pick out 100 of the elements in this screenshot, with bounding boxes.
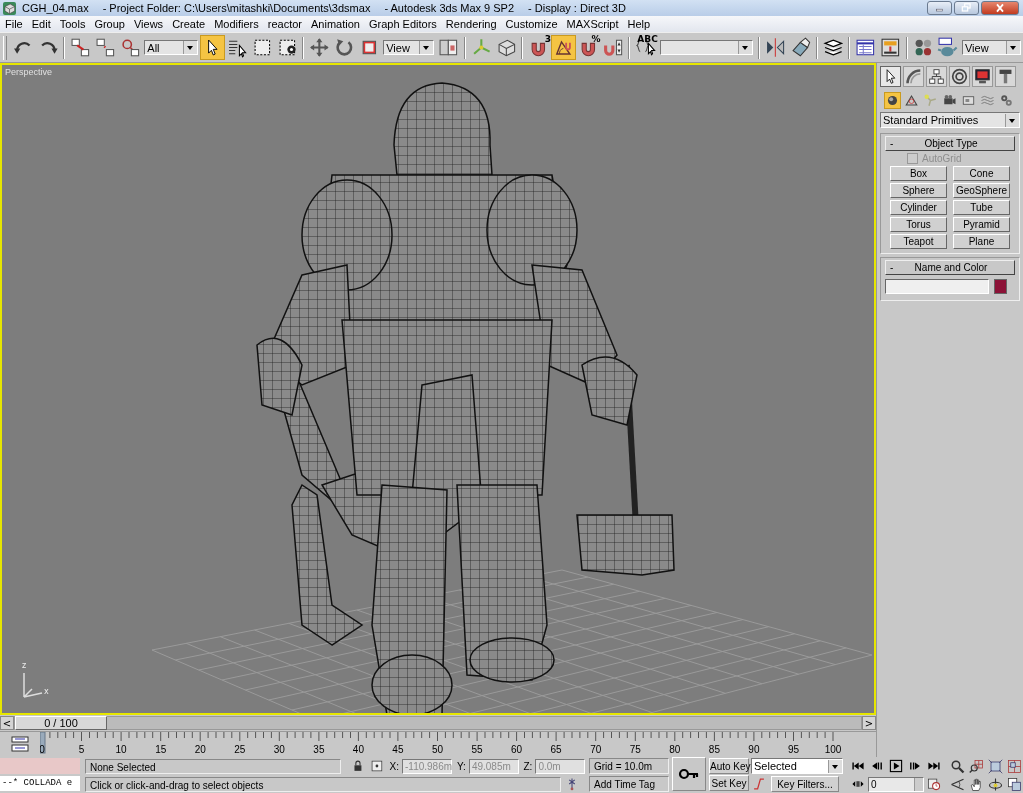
maxscript-input-field[interactable] bbox=[0, 758, 80, 774]
layers-icon bbox=[822, 37, 844, 58]
menu-item[interactable]: Modifiers bbox=[209, 18, 263, 30]
restore-button[interactable] bbox=[954, 1, 979, 15]
minimize-button[interactable] bbox=[927, 1, 952, 15]
monitor-tab[interactable] bbox=[972, 66, 993, 87]
primitive-button[interactable]: GeoSphere bbox=[953, 183, 1010, 198]
time-configuration-button[interactable] bbox=[925, 776, 943, 792]
orbit-button[interactable] bbox=[987, 776, 1004, 793]
arc-tab[interactable] bbox=[903, 66, 924, 87]
hammer-icon bbox=[997, 68, 1014, 85]
move-arrows-button[interactable] bbox=[307, 35, 332, 60]
viewport[interactable]: Perspective z x bbox=[0, 63, 876, 716]
bind-icon bbox=[119, 37, 141, 58]
frames-button[interactable] bbox=[8, 734, 32, 755]
coordinate-label: Z: bbox=[523, 760, 533, 772]
zoom-all-button[interactable] bbox=[968, 758, 985, 775]
magnet-button[interactable]: 3 bbox=[526, 35, 552, 60]
next-frame-button[interactable]: > bbox=[862, 716, 876, 731]
menu-item[interactable]: MAXScript bbox=[561, 18, 623, 30]
primitive-button[interactable]: Cylinder bbox=[890, 200, 947, 215]
menu-item[interactable]: Views bbox=[128, 18, 168, 30]
zoom-button[interactable] bbox=[949, 758, 966, 775]
previous-frame-button[interactable]: < bbox=[0, 716, 14, 731]
maxscript-output-field[interactable]: --* COLLADA e bbox=[0, 776, 80, 791]
category-dropdown[interactable]: Standard Primitives bbox=[880, 112, 1020, 128]
cursor-button[interactable] bbox=[200, 35, 226, 60]
absolute-mode-button[interactable] bbox=[368, 758, 385, 774]
menu-item[interactable]: Edit bbox=[26, 18, 55, 30]
name-field[interactable] bbox=[885, 279, 989, 294]
braces-cursor-button[interactable]: ABC bbox=[633, 35, 658, 60]
toolbar-dropdown[interactable]: View bbox=[383, 40, 435, 55]
sphere-button[interactable] bbox=[884, 92, 901, 109]
tangent-curve-icon bbox=[752, 777, 766, 791]
align-icon bbox=[790, 37, 811, 58]
light-icon bbox=[923, 93, 938, 108]
shapes-button[interactable] bbox=[903, 92, 920, 109]
frame-field[interactable]: 0 bbox=[868, 776, 924, 792]
time-slider-track[interactable]: 0 / 100 bbox=[14, 716, 862, 731]
primitive-button[interactable]: Teapot bbox=[890, 234, 947, 249]
toolbar-dropdown[interactable]: View bbox=[961, 40, 1022, 55]
toolbar-dropdown[interactable]: All bbox=[144, 40, 199, 55]
menu-item[interactable]: Help bbox=[622, 18, 655, 30]
field-of-view-icon bbox=[950, 777, 965, 792]
current-frame-marker[interactable] bbox=[40, 732, 46, 754]
frame-label: 70 bbox=[590, 744, 602, 756]
menu-item[interactable]: Rendering bbox=[440, 18, 501, 30]
time-config-icon bbox=[926, 777, 942, 791]
protractor-magnet-button[interactable] bbox=[551, 35, 576, 60]
color-swatch[interactable] bbox=[994, 279, 1007, 294]
set-key-button[interactable]: Set Key bbox=[709, 775, 749, 791]
add-time-tag-button[interactable]: Add Time Tag bbox=[589, 776, 669, 792]
play-button[interactable] bbox=[887, 758, 905, 774]
selection-set-dropdown[interactable]: Selected bbox=[751, 758, 843, 774]
selection-status: None Selected bbox=[85, 758, 341, 774]
maximize-viewport-button[interactable] bbox=[1006, 776, 1023, 793]
primitive-button[interactable]: Cone bbox=[953, 166, 1010, 181]
primitive-button[interactable]: Pyramid bbox=[953, 217, 1010, 232]
primitive-button[interactable]: Tube bbox=[953, 200, 1010, 215]
box-icon bbox=[3, 1, 16, 15]
field-of-view-button[interactable] bbox=[949, 776, 966, 793]
magnet-button[interactable]: % bbox=[575, 35, 601, 60]
primitive-button[interactable]: Sphere bbox=[890, 183, 947, 198]
coordinate-label: X: bbox=[389, 760, 399, 772]
menu-item[interactable]: reactor bbox=[262, 18, 307, 30]
menu-item[interactable]: Customize bbox=[500, 18, 562, 30]
menu-item[interactable]: Graph Editors bbox=[363, 18, 441, 30]
hammer-tab[interactable] bbox=[995, 66, 1016, 87]
zoom-extents-all-button[interactable] bbox=[1006, 758, 1023, 775]
frame-label: 100 bbox=[824, 744, 842, 756]
hierarchy-tab[interactable] bbox=[926, 66, 947, 87]
menu-item[interactable]: Group bbox=[89, 18, 129, 30]
pivot-icon bbox=[438, 37, 460, 58]
maximize-viewport-icon bbox=[1007, 777, 1022, 792]
rollout-header[interactable]: - Name and Color bbox=[885, 260, 1015, 275]
primitive-button[interactable]: Plane bbox=[953, 234, 1010, 249]
key-filters-button[interactable]: Key Filters... bbox=[771, 776, 839, 792]
collapse-toggle[interactable]: - bbox=[886, 262, 904, 273]
frame-label: 30 bbox=[273, 744, 285, 756]
key-tangent-button[interactable] bbox=[751, 776, 767, 792]
wheel-tab[interactable] bbox=[949, 66, 970, 87]
close-button[interactable] bbox=[981, 1, 1019, 15]
frame-label: 45 bbox=[392, 744, 404, 756]
zoom-extents-button[interactable] bbox=[987, 758, 1004, 775]
frame-label: 85 bbox=[708, 744, 720, 756]
time-slider-thumb[interactable]: 0 / 100 bbox=[15, 716, 107, 731]
collapse-toggle[interactable]: - bbox=[886, 138, 904, 149]
menu-item[interactable]: File bbox=[0, 18, 27, 30]
menu-item[interactable]: Tools bbox=[54, 18, 90, 30]
set-keys-button[interactable] bbox=[672, 757, 706, 791]
toolbar-dropdown[interactable] bbox=[659, 40, 754, 55]
gears-button[interactable] bbox=[998, 92, 1015, 109]
cursor-tab[interactable] bbox=[880, 66, 901, 87]
primitive-button[interactable]: Box bbox=[890, 166, 947, 181]
rotate-icon bbox=[333, 37, 355, 58]
menu-item[interactable]: Create bbox=[167, 18, 210, 30]
menu-item[interactable]: Animation bbox=[306, 18, 364, 30]
rollout-header[interactable]: - Object Type bbox=[885, 136, 1015, 151]
primitive-button[interactable]: Torus bbox=[890, 217, 947, 232]
auto-key-button[interactable]: Auto Key bbox=[709, 758, 749, 774]
